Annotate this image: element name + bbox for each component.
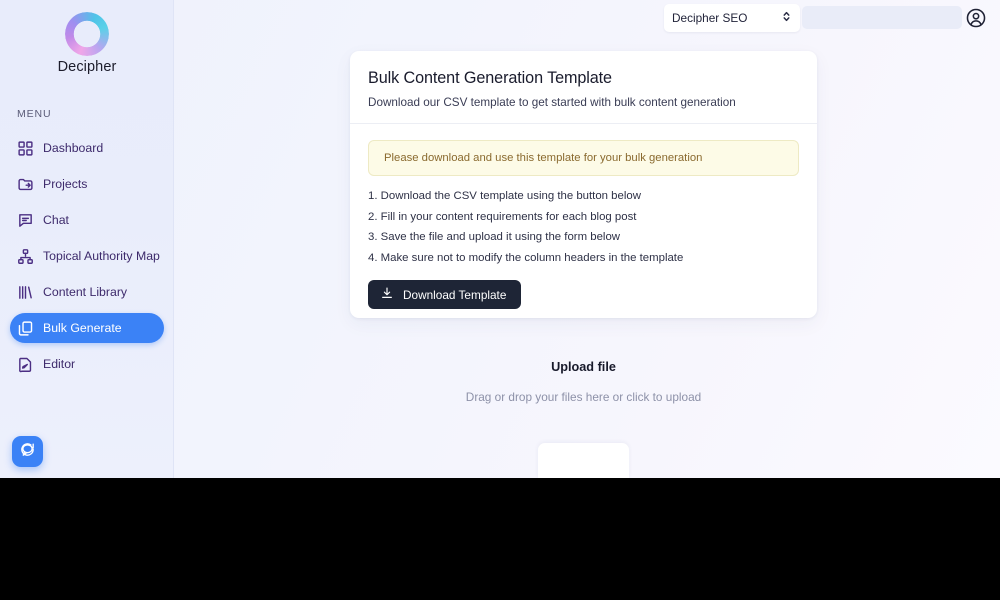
chat-support-button[interactable] (12, 436, 43, 467)
instruction-list: 1. Download the CSV template using the b… (368, 190, 799, 264)
card-subtitle: Download our CSV template to get started… (368, 96, 736, 109)
sidebar-nav: Dashboard Projects Chat Topical Authorit… (0, 133, 174, 385)
sidebar-item-content-library[interactable]: Content Library (10, 277, 164, 307)
list-item: 2. Fill in your content requirements for… (368, 210, 637, 223)
app-root: Decipher MENU Dashboard Projects Chat To… (0, 0, 1000, 478)
sidebar-item-label: Content Library (43, 285, 128, 299)
sidebar-item-projects[interactable]: Projects (10, 169, 164, 199)
sidebar-item-topical-authority-map[interactable]: Topical Authority Map (10, 241, 164, 271)
upload-hint: Drag or drop your files here or click to… (465, 390, 702, 404)
download-template-label: Download Template (403, 287, 507, 302)
chat-bubble-icon (17, 212, 34, 229)
card-header: Bulk Content Generation Template Downloa… (350, 51, 817, 124)
sidebar-item-label: Topical Authority Map (43, 249, 160, 263)
document-pencil-icon (17, 356, 34, 373)
info-alert-text: Please download and use this template fo… (384, 152, 703, 164)
sidebar-item-bulk-generate[interactable]: Bulk Generate (10, 313, 164, 343)
sidebar-item-editor[interactable]: Editor (10, 349, 164, 379)
sidebar-item-label: Dashboard (43, 141, 104, 155)
avatar[interactable] (965, 7, 987, 29)
project-select[interactable]: Decipher SEO (664, 4, 800, 32)
card-body: Please download and use this template fo… (350, 124, 817, 309)
sidebar-item-dashboard[interactable]: Dashboard (10, 133, 164, 163)
upload-dropzone-tile[interactable] (538, 443, 629, 478)
upload-section[interactable]: Upload file Drag or drop your files here… (350, 360, 817, 404)
library-bars-icon (17, 284, 34, 301)
list-item: 3. Save the file and upload it using the… (368, 231, 621, 243)
sidebar-section-label: MENU (17, 108, 52, 120)
list-item: 1. Download the CSV template using the b… (368, 190, 641, 202)
sidebar-item-label: Bulk Generate (43, 321, 122, 335)
sidebar-item-label: Chat (43, 213, 69, 227)
upload-title: Upload file (551, 360, 616, 374)
chat-bubble-icon (19, 441, 36, 463)
grid-icon (17, 140, 34, 157)
brand-logo[interactable]: Decipher (0, 12, 174, 75)
sidebar: Decipher MENU Dashboard Projects Chat To… (0, 0, 174, 478)
decipher-ring-logo-icon (65, 12, 109, 56)
page-title: Bulk Content Generation Template (368, 69, 612, 87)
sidebar-item-chat[interactable]: Chat (10, 205, 164, 235)
project-select-value: Decipher SEO (672, 11, 748, 25)
chevron-up-down-icon (781, 10, 792, 26)
copy-documents-icon (17, 320, 34, 337)
topbar: Decipher SEO (174, 0, 1000, 36)
search-input[interactable] (802, 6, 962, 29)
download-icon (380, 286, 394, 303)
sidebar-item-label: Editor (43, 357, 76, 371)
download-template-button[interactable]: Download Template (368, 280, 522, 309)
user-circle-icon (965, 8, 987, 33)
folder-icon (17, 176, 34, 193)
brand-name: Decipher (57, 59, 117, 75)
hierarchy-icon (17, 248, 34, 265)
info-alert: Please download and use this template fo… (368, 140, 799, 176)
sidebar-item-label: Projects (43, 177, 88, 191)
list-item: 4. Make sure not to modify the column he… (368, 251, 684, 264)
bulk-template-card: Bulk Content Generation Template Downloa… (350, 51, 817, 318)
